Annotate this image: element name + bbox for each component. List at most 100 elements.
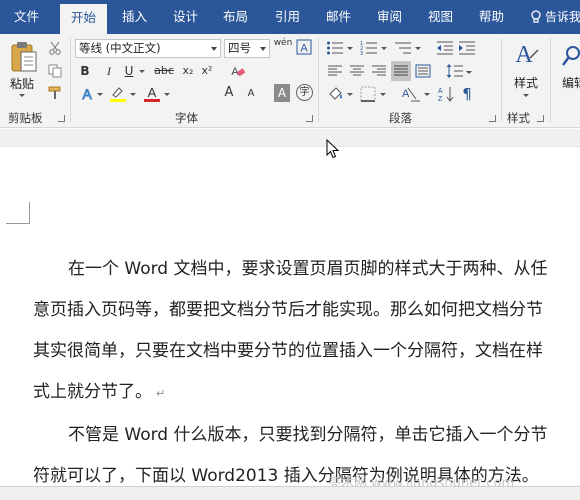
sort-icon[interactable]: AZ	[438, 85, 454, 103]
bullets-icon[interactable]	[326, 40, 344, 56]
font-color-caret[interactable]	[164, 93, 170, 96]
find-icon[interactable]	[562, 44, 580, 70]
strikethrough-button[interactable]: abc	[152, 62, 176, 80]
align-left-icon[interactable]	[327, 64, 343, 78]
ribbon-home: 粘贴 剪贴板 等线 (中文正文) 四号 wén A B I U abc x₂ x…	[0, 34, 580, 128]
doc-line-3: 其实很简单，只要在文档中要分节的位置插入一个分隔符，文档在样	[33, 341, 543, 361]
group-divider	[318, 38, 319, 122]
shading-caret[interactable]	[347, 93, 353, 96]
svg-text:A: A	[438, 88, 443, 95]
subscript-button[interactable]: x₂	[181, 62, 195, 80]
tab-review[interactable]: 审阅	[377, 0, 402, 34]
svg-text:¶: ¶	[462, 85, 472, 103]
styles-group-label: 样式	[507, 111, 530, 125]
shrink-font-button[interactable]: A	[245, 85, 257, 103]
tab-mailings[interactable]: 邮件	[326, 0, 351, 34]
bold-button[interactable]: B	[78, 62, 92, 80]
text-effects-caret[interactable]	[97, 93, 103, 96]
mouse-cursor-icon	[326, 139, 340, 159]
status-bar	[0, 486, 580, 500]
grow-font-button[interactable]: A	[222, 84, 236, 102]
doc-line-2: 意页插入页码等，都要把文档分节后才能实现。那么如何把文档分节	[33, 300, 543, 320]
format-painter-icon[interactable]	[48, 86, 62, 100]
shading-icon[interactable]	[327, 85, 345, 103]
line-spacing-icon[interactable]	[446, 63, 464, 79]
align-right-icon[interactable]	[371, 64, 387, 78]
tab-view[interactable]: 视图	[428, 0, 453, 34]
tell-me-box[interactable]: 告诉我	[530, 0, 580, 34]
highlight-caret[interactable]	[130, 93, 136, 96]
phonetic-guide-label: wén	[273, 38, 293, 48]
svg-text:A: A	[300, 43, 308, 55]
italic-button[interactable]: I	[102, 62, 116, 80]
phonetic-guide-button[interactable]: wén	[273, 38, 293, 56]
asian-layout-caret[interactable]	[424, 93, 430, 96]
copy-icon[interactable]	[48, 64, 62, 78]
paragraph-group-label: 段落	[389, 111, 412, 125]
numbering-icon[interactable]: 123	[360, 40, 378, 56]
font-name-value: 等线 (中文正文)	[79, 41, 161, 55]
text-effects-icon[interactable]: A	[78, 85, 96, 103]
borders-icon[interactable]	[360, 86, 376, 102]
enclose-characters-button[interactable]: 字	[296, 84, 313, 101]
font-group-label: 字体	[175, 111, 198, 125]
numbering-caret[interactable]	[381, 47, 387, 50]
tab-insert[interactable]: 插入	[122, 0, 147, 34]
editing-button-label[interactable]: 编辑	[562, 74, 580, 91]
styles-dialog-launcher[interactable]	[537, 115, 544, 122]
tab-home[interactable]: 开始	[60, 4, 108, 34]
highlight-icon[interactable]	[109, 85, 127, 103]
superscript-button[interactable]: x²	[200, 62, 214, 80]
styles-caret[interactable]	[523, 94, 529, 97]
multilevel-list-icon[interactable]	[394, 40, 412, 56]
clear-formatting-icon[interactable]: A	[230, 63, 246, 79]
group-divider	[70, 38, 71, 122]
borders-caret[interactable]	[380, 93, 386, 96]
increase-indent-icon[interactable]	[458, 40, 476, 56]
cut-icon[interactable]	[48, 41, 62, 55]
multilevel-list-caret[interactable]	[415, 47, 421, 50]
doc-line-5: 不管是 Word 什么版本，只要找到分隔符，单击它插入一个分节	[68, 425, 548, 445]
svg-text:A: A	[148, 85, 157, 100]
asian-layout-icon[interactable]: A	[400, 85, 422, 103]
chevron-down-icon	[211, 47, 217, 51]
styles-icon[interactable]: A	[512, 40, 540, 68]
font-dialog-launcher[interactable]	[306, 115, 313, 122]
underline-button[interactable]: U	[122, 62, 136, 80]
distributed-icon[interactable]	[415, 64, 431, 78]
page-margin-corner-mark	[6, 202, 30, 224]
decrease-indent-icon[interactable]	[436, 40, 454, 56]
bullets-caret[interactable]	[347, 47, 353, 50]
paste-dropdown-caret[interactable]	[19, 94, 25, 97]
styles-button-label[interactable]: 样式	[514, 74, 538, 91]
document-page[interactable]: 在一个 Word 文档中，要求设置页眉页脚的样式大于两种、从任 意页插入页码等，…	[0, 148, 580, 486]
paragraph-dialog-launcher[interactable]	[489, 115, 496, 122]
paste-button-label[interactable]: 粘贴	[10, 75, 34, 92]
line-spacing-caret[interactable]	[466, 71, 472, 74]
font-color-icon[interactable]: A	[143, 84, 161, 103]
tab-references[interactable]: 引用	[275, 0, 300, 34]
underline-dropdown-caret[interactable]	[139, 70, 145, 73]
clipboard-dialog-launcher[interactable]	[58, 115, 65, 122]
group-divider	[501, 38, 502, 122]
tab-help[interactable]: 帮助	[479, 0, 504, 34]
align-center-icon[interactable]	[349, 64, 365, 78]
svg-text:A: A	[515, 42, 533, 68]
font-size-value: 四号	[228, 41, 251, 55]
tab-design[interactable]: 设计	[173, 0, 198, 34]
doc-line-4: 式上就分节了。 ↵	[33, 377, 165, 402]
tab-layout[interactable]: 布局	[223, 0, 248, 34]
character-border-icon[interactable]: A	[296, 39, 312, 55]
lightbulb-icon	[531, 10, 541, 23]
paste-icon[interactable]	[10, 40, 38, 74]
show-formatting-marks-icon[interactable]: ¶	[460, 85, 474, 103]
ribbon-document-gap	[0, 129, 580, 147]
character-shading-button[interactable]: A	[274, 84, 290, 102]
svg-text:A: A	[82, 86, 92, 102]
justify-icon[interactable]	[391, 61, 411, 81]
doc-line-4-text: 式上就分节了。	[33, 382, 152, 402]
font-name-combo[interactable]: 等线 (中文正文)	[75, 39, 221, 58]
tab-file[interactable]: 文件	[14, 0, 39, 34]
font-size-combo[interactable]: 四号	[224, 39, 270, 58]
doc-line-1: 在一个 Word 文档中，要求设置页眉页脚的样式大于两种、从任	[68, 259, 548, 279]
